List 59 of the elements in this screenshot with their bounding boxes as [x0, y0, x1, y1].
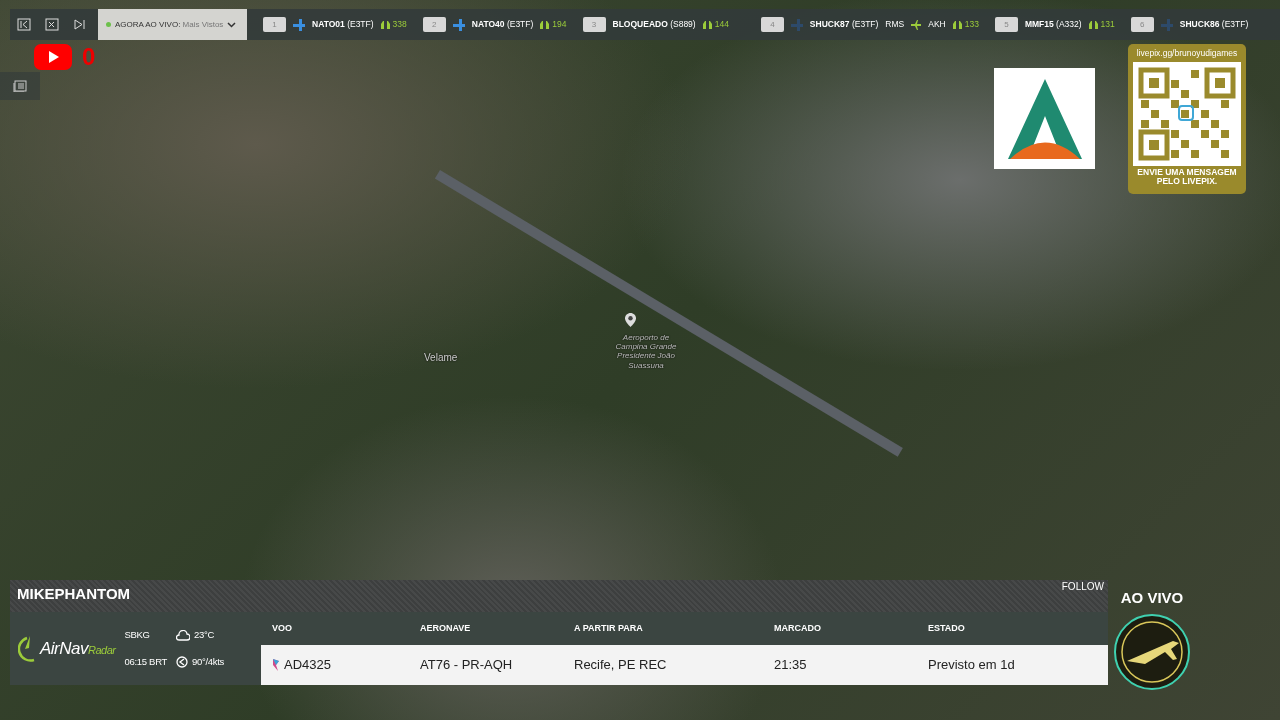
viewer-count: 133 [964, 18, 979, 31]
column-header: ESTADO [928, 621, 966, 635]
viewer-count: 338 [392, 18, 407, 31]
flight-name[interactable]: SHUCK86 (E3TF) [1179, 18, 1249, 31]
youtube-logo-icon [34, 44, 72, 70]
column-header: VOO [272, 621, 293, 635]
rank-badge: 2 [422, 17, 446, 32]
map-place-label: Velame [424, 351, 458, 365]
flight-name[interactable]: NATO40 (E3TF) [471, 18, 534, 31]
screen-icon[interactable] [45, 18, 59, 31]
cloud-icon [176, 629, 191, 641]
viewer-count: 131 [1100, 18, 1115, 31]
flight-name[interactable]: SHUCK87 (E3TF) [809, 18, 879, 31]
subscriber-count: 0 [82, 45, 96, 69]
radar-logo-icon [18, 635, 36, 662]
airport-code: SBKG [124, 628, 151, 643]
binoculars-icon [702, 20, 712, 29]
viewer-count: 144 [714, 18, 729, 31]
table-cell-text: Recife, PE REC [574, 656, 668, 675]
chevron-down-icon [227, 21, 237, 28]
binoculars-icon [380, 20, 390, 29]
rank-badge: 3 [582, 17, 606, 32]
table-cell-text: 21:35 [774, 656, 808, 675]
live-selector-dropdown[interactable]: AGORA AO VIVO: Mais Vistos [98, 9, 247, 40]
flight-name[interactable]: NATO01 (E3TF) [312, 18, 374, 31]
airport-map-label: Aeroporto de Campina Grande Presidente João Suassuna [614, 333, 678, 370]
skip-icon[interactable] [73, 18, 87, 31]
airline-logo-icon [272, 658, 280, 672]
local-time: 06:15 BRT [124, 654, 168, 669]
column-header: AERONAVE [420, 621, 472, 635]
table-cell-text: Previsto em 1d [928, 656, 1016, 675]
map-pin-icon [625, 313, 636, 327]
brand-name: AirNavRadar [40, 637, 116, 660]
rank-badge: 1 [263, 17, 286, 32]
rank-badge: 4 [760, 17, 784, 32]
temperature: 23°C [194, 628, 215, 643]
binoculars-icon [540, 20, 550, 29]
livepix-message: ENVIE UMA MENSAGEM PELO LIVEPIX. [1136, 167, 1238, 187]
streamer-name: MIKEPHANTOM [17, 584, 131, 604]
wind: 90°/4kts [192, 654, 225, 669]
flight-name[interactable]: MMF15 (A332) [1024, 18, 1082, 31]
table-cell-text: AT76 - PR-AQH [420, 656, 514, 675]
binoculars-icon [1088, 20, 1098, 29]
follow-link[interactable]: FOLLOW [1061, 580, 1104, 612]
table-cell-text: AD4325 [284, 656, 331, 675]
panel-icon[interactable] [13, 80, 27, 92]
viewer-count: 194 [552, 18, 567, 31]
collapse-icon[interactable] [17, 18, 31, 31]
binoculars-icon [952, 20, 962, 29]
flight-name[interactable]: BLOQUEADO (S889) [612, 18, 696, 31]
airplane-icon [911, 19, 922, 30]
rank-badge: 6 [1130, 17, 1154, 32]
column-header: A PARTIR PARA [574, 621, 644, 635]
route-destination: AKH [928, 18, 946, 31]
live-label: AO VIVO [1120, 588, 1184, 608]
wind-direction-icon [176, 655, 189, 668]
column-header: MARCADO [774, 621, 822, 635]
rank-badge: 5 [994, 17, 1018, 32]
route-origin: RMS [885, 18, 905, 31]
